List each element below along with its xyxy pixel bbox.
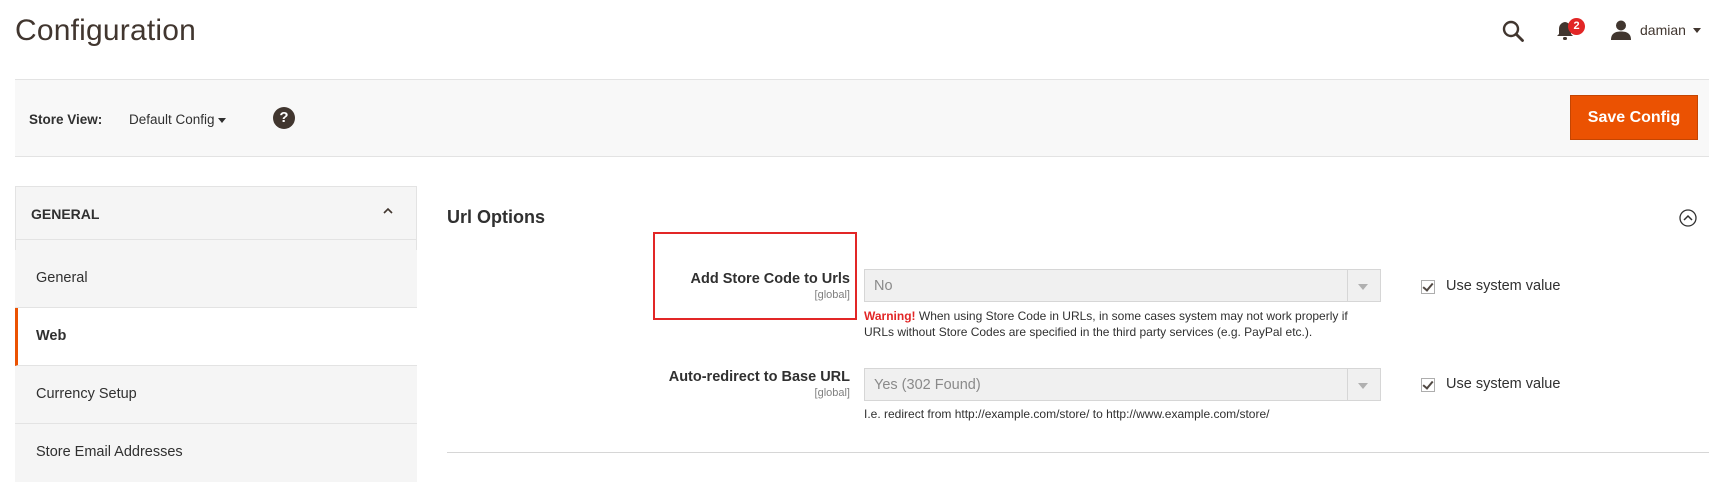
- notification-badge[interactable]: 2: [1568, 18, 1585, 35]
- sidebar-item-web[interactable]: Web: [15, 308, 417, 366]
- chevron-down-icon: [1358, 284, 1368, 290]
- select-value: No: [874, 278, 893, 294]
- chevron-down-icon[interactable]: [218, 118, 226, 123]
- sidebar-item-label: Currency Setup: [36, 386, 137, 402]
- field-scope: [global]: [814, 387, 850, 399]
- add-store-code-select[interactable]: No: [864, 269, 1381, 302]
- checkmark-icon: [1422, 378, 1434, 390]
- field-note-warning: Warning! When using Store Code in URLs, …: [864, 308, 1374, 340]
- use-system-value-checkbox[interactable]: [1421, 378, 1435, 392]
- warning-text: When using Store Code in URLs, in some c…: [864, 309, 1348, 339]
- use-system-value-label[interactable]: Use system value: [1446, 376, 1560, 392]
- section-title[interactable]: Url Options: [447, 207, 545, 228]
- store-view-bar: [15, 79, 1709, 157]
- chevron-up-icon[interactable]: [383, 206, 393, 216]
- store-view-switcher[interactable]: Default Config: [129, 112, 215, 127]
- collapse-icon[interactable]: [1679, 209, 1697, 227]
- sidebar-item-currency-setup[interactable]: Currency Setup: [15, 366, 417, 424]
- select-divider: [1347, 270, 1348, 301]
- sidebar-item-general[interactable]: General: [15, 250, 417, 308]
- sidebar-item-store-email-addresses[interactable]: Store Email Addresses: [15, 424, 417, 482]
- use-system-value-checkbox[interactable]: [1421, 280, 1435, 294]
- page-title: Configuration: [15, 14, 197, 47]
- field-label-add-store-code: Add Store Code to Urls: [690, 271, 850, 287]
- select-divider: [1347, 369, 1348, 400]
- search-icon[interactable]: [1502, 20, 1524, 42]
- help-icon[interactable]: ?: [273, 107, 295, 129]
- field-label-auto-redirect: Auto-redirect to Base URL: [668, 369, 850, 385]
- use-system-value-label[interactable]: Use system value: [1446, 278, 1560, 294]
- section-divider: [447, 452, 1709, 453]
- user-icon[interactable]: [1610, 19, 1632, 41]
- save-config-button[interactable]: Save Config: [1570, 95, 1698, 140]
- warning-label: Warning!: [864, 309, 916, 323]
- sidebar-item-label: Store Email Addresses: [36, 444, 183, 460]
- auto-redirect-select[interactable]: Yes (302 Found): [864, 368, 1381, 401]
- chevron-down-icon[interactable]: [1693, 28, 1701, 33]
- sidebar-item-label: Web: [36, 328, 67, 344]
- select-value: Yes (302 Found): [874, 377, 981, 393]
- sidebar-item-label: General: [36, 270, 88, 286]
- checkmark-icon: [1422, 280, 1434, 292]
- field-note: I.e. redirect from http://example.com/st…: [864, 407, 1270, 421]
- store-view-label: Store View:: [29, 112, 103, 127]
- chevron-down-icon: [1358, 383, 1368, 389]
- sidebar-section-title[interactable]: GENERAL: [31, 206, 99, 222]
- user-name[interactable]: damian: [1640, 22, 1686, 38]
- field-scope: [global]: [814, 289, 850, 301]
